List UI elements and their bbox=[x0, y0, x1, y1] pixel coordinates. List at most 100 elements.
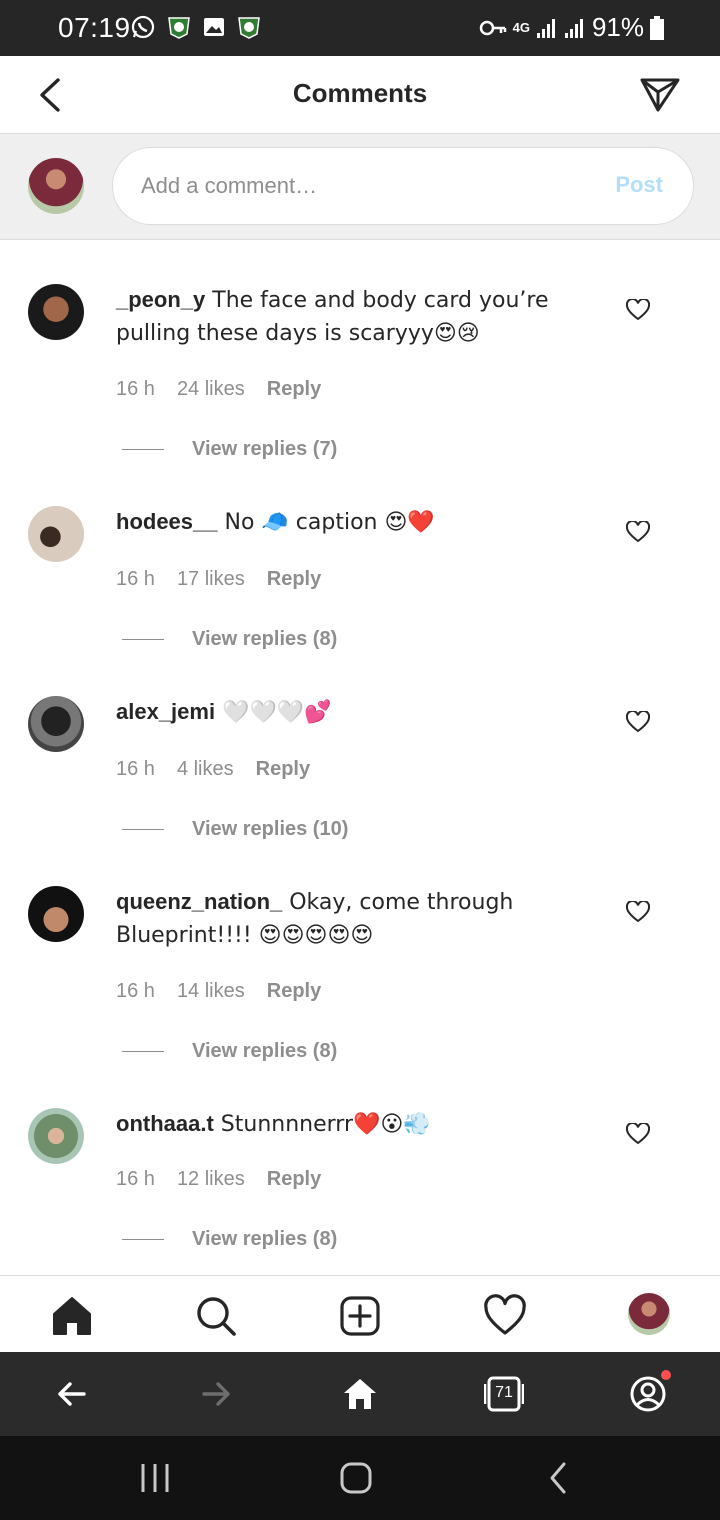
comment-body: 🤍🤍🤍💕 bbox=[215, 700, 332, 725]
comment-time: 16 h bbox=[116, 758, 155, 780]
comment-box: Post bbox=[112, 147, 694, 225]
comment-meta: 16 h 14 likes Reply bbox=[116, 980, 321, 1003]
activity-heart-icon[interactable] bbox=[483, 1294, 527, 1338]
vpn-key-icon bbox=[479, 20, 506, 35]
like-heart-icon[interactable] bbox=[626, 1123, 650, 1145]
notification-icons bbox=[130, 14, 262, 40]
comment-time: 16 h bbox=[116, 568, 155, 590]
reply-button[interactable]: Reply bbox=[267, 980, 321, 1003]
avatar[interactable] bbox=[28, 506, 84, 562]
network-type: 4G bbox=[512, 20, 530, 35]
comment-username[interactable]: queenz_nation_ bbox=[116, 889, 282, 914]
recent-apps-icon[interactable] bbox=[137, 1460, 173, 1496]
browser-home-icon[interactable] bbox=[340, 1374, 380, 1414]
signal-icon bbox=[536, 18, 555, 38]
view-replies-label: View replies (8) bbox=[192, 1228, 338, 1250]
tabs-button[interactable]: 71 bbox=[484, 1374, 524, 1414]
app-badge-icon bbox=[168, 17, 190, 39]
signal-icon bbox=[564, 18, 583, 38]
gallery-icon bbox=[204, 18, 224, 36]
reply-button[interactable]: Reply bbox=[256, 758, 310, 781]
status-time: 07:19 bbox=[58, 12, 131, 43]
comment-text: alex_jemi 🤍🤍🤍💕 bbox=[116, 696, 556, 729]
view-replies-label: View replies (8) bbox=[192, 628, 338, 650]
comment-text: _peon_y The face and body card you’re pu… bbox=[116, 284, 556, 350]
avatar[interactable] bbox=[28, 284, 84, 340]
comment-composer: Post bbox=[0, 134, 720, 240]
view-replies-label: View replies (7) bbox=[192, 438, 338, 460]
new-post-icon[interactable] bbox=[338, 1294, 382, 1338]
comment-username[interactable]: onthaaa.t bbox=[116, 1111, 214, 1136]
comment-text: hodees__ No 🧢 caption 😍❤️ bbox=[116, 506, 556, 539]
view-replies-label: View replies (10) bbox=[192, 818, 349, 840]
avatar[interactable] bbox=[28, 886, 84, 942]
battery-percent: 91% bbox=[591, 12, 644, 42]
comment-text: onthaaa.t Stunnnnerrr❤️😮💨 bbox=[116, 1108, 556, 1141]
post-button[interactable]: Post bbox=[615, 172, 663, 198]
comment-meta: 16 h 4 likes Reply bbox=[116, 758, 310, 781]
browser-forward-icon[interactable] bbox=[196, 1374, 236, 1414]
notification-dot bbox=[661, 1370, 671, 1380]
account-icon bbox=[630, 1376, 666, 1412]
divider bbox=[122, 1051, 164, 1052]
comment-item: hodees__ No 🧢 caption 😍❤️ 16 h 17 likes … bbox=[0, 463, 720, 653]
whatsapp-icon bbox=[131, 15, 155, 39]
system-nav-bar bbox=[0, 1436, 720, 1520]
view-replies-button[interactable]: View replies (8) bbox=[122, 628, 337, 651]
view-replies-button[interactable]: View replies (7) bbox=[122, 438, 337, 461]
app-badge-icon bbox=[238, 17, 260, 39]
divider bbox=[122, 639, 164, 640]
comment-likes[interactable]: 17 likes bbox=[177, 568, 245, 591]
browser-toolbar: 71 bbox=[0, 1352, 720, 1436]
comment-likes[interactable]: 12 likes bbox=[177, 1168, 245, 1191]
comment-time: 16 h bbox=[116, 980, 155, 1002]
comment-likes[interactable]: 24 likes bbox=[177, 378, 245, 401]
like-heart-icon[interactable] bbox=[626, 901, 650, 923]
divider bbox=[122, 829, 164, 830]
comment-meta: 16 h 12 likes Reply bbox=[116, 1168, 321, 1191]
reply-button[interactable]: Reply bbox=[267, 1168, 321, 1191]
comment-meta: 16 h 24 likes Reply bbox=[116, 378, 321, 401]
comment-item: alex_jemi 🤍🤍🤍💕 16 h 4 likes Reply View r… bbox=[0, 653, 720, 843]
comment-likes[interactable]: 14 likes bbox=[177, 980, 245, 1003]
search-icon[interactable] bbox=[194, 1294, 238, 1338]
comment-username[interactable]: hodees__ bbox=[116, 509, 218, 534]
avatar bbox=[28, 158, 84, 214]
direct-send-icon[interactable] bbox=[638, 74, 682, 116]
comment-time: 16 h bbox=[116, 1168, 155, 1190]
bottom-nav bbox=[0, 1275, 720, 1352]
like-heart-icon[interactable] bbox=[626, 521, 650, 543]
divider bbox=[122, 449, 164, 450]
comment-item: queenz_nation_ Okay, come through Bluepr… bbox=[0, 843, 720, 1065]
view-replies-button[interactable]: View replies (8) bbox=[122, 1228, 337, 1251]
page-title: Comments bbox=[292, 78, 428, 108]
reply-button[interactable]: Reply bbox=[267, 568, 321, 591]
battery-icon bbox=[650, 15, 664, 40]
app-header: Comments bbox=[0, 56, 720, 134]
view-replies-button[interactable]: View replies (8) bbox=[122, 1040, 337, 1063]
comment-text: queenz_nation_ Okay, come through Bluepr… bbox=[116, 886, 556, 952]
avatar[interactable] bbox=[28, 696, 84, 752]
reply-button[interactable]: Reply bbox=[267, 378, 321, 401]
avatar[interactable] bbox=[28, 1108, 84, 1164]
comment-body: No 🧢 caption 😍❤️ bbox=[217, 510, 435, 535]
system-back-icon[interactable] bbox=[540, 1460, 576, 1496]
comment-likes[interactable]: 4 likes bbox=[177, 758, 234, 781]
home-icon[interactable] bbox=[50, 1294, 94, 1338]
comment-input[interactable] bbox=[141, 148, 561, 224]
like-heart-icon[interactable] bbox=[626, 711, 650, 733]
view-replies-button[interactable]: View replies (10) bbox=[122, 818, 348, 841]
divider bbox=[122, 1239, 164, 1240]
comment-item: onthaaa.t Stunnnnerrr❤️😮💨 16 h 12 likes … bbox=[0, 1065, 720, 1275]
like-heart-icon[interactable] bbox=[626, 299, 650, 321]
account-button[interactable] bbox=[628, 1370, 671, 1414]
comment-username[interactable]: _peon_y bbox=[116, 287, 205, 312]
comment-meta: 16 h 17 likes Reply bbox=[116, 568, 321, 591]
comment-time: 16 h bbox=[116, 378, 155, 400]
browser-back-icon[interactable] bbox=[52, 1374, 92, 1414]
system-status: 4G 91% bbox=[479, 12, 664, 43]
comment-list: _peon_y The face and body card you’re pu… bbox=[0, 241, 720, 1275]
comment-username[interactable]: alex_jemi bbox=[116, 699, 215, 724]
system-home-icon[interactable] bbox=[338, 1460, 374, 1496]
profile-avatar[interactable] bbox=[628, 1293, 670, 1335]
